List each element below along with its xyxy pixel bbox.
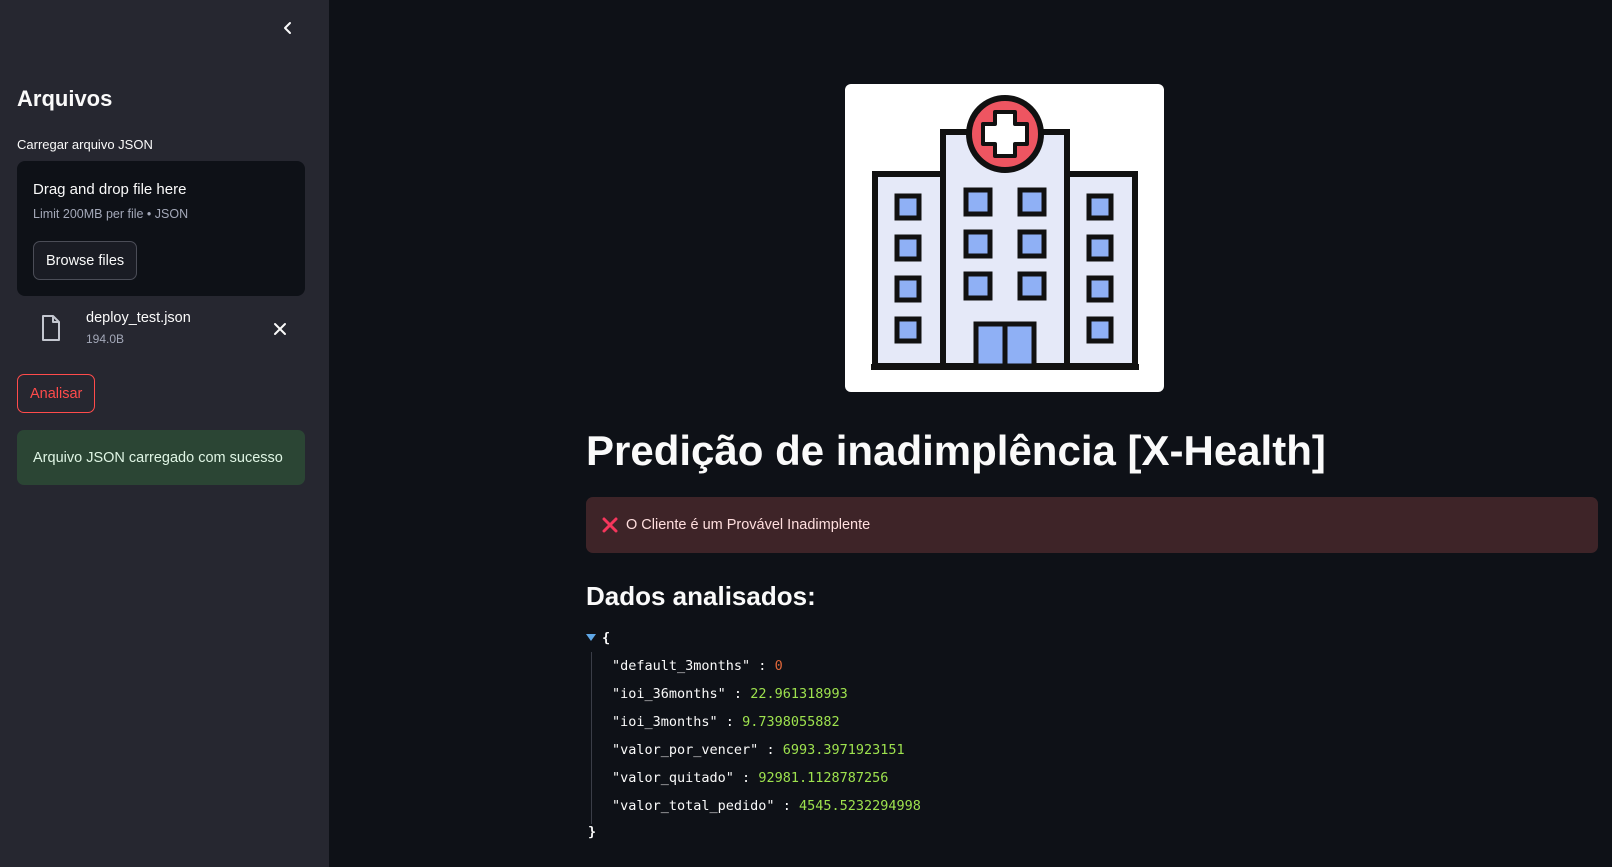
- json-value: 92981.1128787256: [758, 770, 889, 786]
- json-row: "valor_por_vencer" : 6993.3971923151: [612, 742, 905, 758]
- json-row: "ioi_36months" : 22.961318993: [612, 686, 848, 702]
- uploader-label: Carregar arquivo JSON: [17, 137, 153, 152]
- json-key: "ioi_36months": [612, 686, 726, 702]
- dropzone-limit: Limit 200MB per file • JSON: [33, 207, 189, 221]
- remove-file-button[interactable]: [269, 318, 291, 340]
- json-close-brace: }: [588, 824, 597, 840]
- section-title: Dados analisados:: [586, 581, 816, 611]
- json-key: "default_3months": [612, 658, 751, 674]
- file-size: 194.0B: [86, 332, 125, 346]
- chevron-left-icon: [284, 22, 291, 34]
- hospital-icon: [871, 95, 1139, 370]
- file-icon: [42, 315, 60, 341]
- json-row: "valor_total_pedido" : 4545.5232294998: [612, 798, 921, 814]
- file-name: deploy_test.json: [86, 310, 191, 326]
- json-row: "default_3months" : 0: [612, 658, 783, 674]
- json-value: 0: [774, 658, 783, 674]
- json-value: 22.961318993: [750, 686, 848, 702]
- uploaded-file: deploy_test.json 194.0B: [17, 304, 305, 356]
- json-key: "valor_por_vencer": [612, 742, 759, 758]
- sidebar: Arquivos Carregar arquivo JSON Drag and …: [0, 0, 329, 867]
- json-open-brace: {: [602, 630, 611, 646]
- browse-files-button[interactable]: Browse files: [33, 241, 138, 280]
- json-key: "valor_quitado": [612, 770, 734, 786]
- error-message: O Cliente é um Provável Inadimplente: [626, 517, 871, 533]
- json-value: 4545.5232294998: [798, 798, 921, 814]
- hospital-logo: [845, 84, 1164, 392]
- success-message: Arquivo JSON carregado com sucesso: [33, 449, 283, 466]
- json-key: "ioi_3months": [612, 714, 718, 730]
- success-alert: Arquivo JSON carregado com sucesso: [17, 430, 305, 485]
- caret-down-icon[interactable]: [586, 634, 596, 642]
- json-value: 9.7398055882: [742, 714, 840, 730]
- json-row: "ioi_3months" : 9.7398055882: [612, 714, 840, 730]
- json-indent-guide: [591, 652, 592, 824]
- collapse-sidebar-button[interactable]: [276, 16, 300, 40]
- error-x-icon: [602, 517, 618, 533]
- error-alert: O Cliente é um Provável Inadimplente: [586, 497, 1598, 553]
- page-title: Predição de inadimplência [X-Health]: [586, 427, 1326, 474]
- json-value: 6993.3971923151: [782, 742, 905, 758]
- dropzone-title: Drag and drop file here: [33, 181, 187, 198]
- close-icon: [274, 323, 286, 335]
- analyze-button[interactable]: Analisar: [17, 374, 96, 413]
- json-row: "valor_quitado" : 92981.1128787256: [612, 770, 889, 786]
- json-key: "valor_total_pedido": [612, 798, 775, 814]
- file-dropzone[interactable]: Drag and drop file here Limit 200MB per …: [17, 161, 305, 296]
- sidebar-title: Arquivos: [17, 86, 113, 111]
